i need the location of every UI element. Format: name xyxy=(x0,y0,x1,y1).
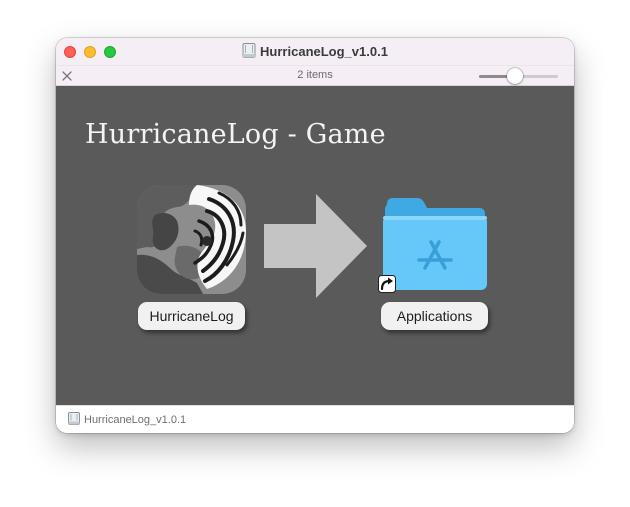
path-item-volume[interactable]: HurricaneLog_v1.0.1 xyxy=(68,412,186,428)
icon-size-slider[interactable] xyxy=(479,68,558,84)
disk-image-icon xyxy=(68,412,80,428)
applications-folder-icon[interactable] xyxy=(381,196,489,292)
app-name-label[interactable]: HurricaneLog xyxy=(138,302,245,330)
hurricanelog-app-icon[interactable] xyxy=(137,185,246,294)
right-arrow-icon xyxy=(264,194,369,298)
alias-arrow-icon xyxy=(378,275,396,293)
disk-image-icon xyxy=(242,43,256,61)
installer-heading: HurricaneLog - Game xyxy=(85,119,386,150)
window-title: HurricaneLog_v1.0.1 xyxy=(56,43,574,61)
path-bar: HurricaneLog_v1.0.1 xyxy=(56,405,574,433)
title-bar[interactable]: HurricaneLog_v1.0.1 xyxy=(56,38,574,65)
status-bar: 2 items xyxy=(56,65,574,86)
slider-knob[interactable] xyxy=(506,68,523,84)
path-item-label: HurricaneLog_v1.0.1 xyxy=(84,414,187,426)
finder-window: HurricaneLog_v1.0.1 2 items HurricaneLog… xyxy=(56,38,574,433)
window-title-text: HurricaneLog_v1.0.1 xyxy=(260,44,388,59)
applications-label[interactable]: Applications xyxy=(381,302,488,330)
dmg-background: HurricaneLog - Game HurricaneLog Applica… xyxy=(56,86,574,405)
